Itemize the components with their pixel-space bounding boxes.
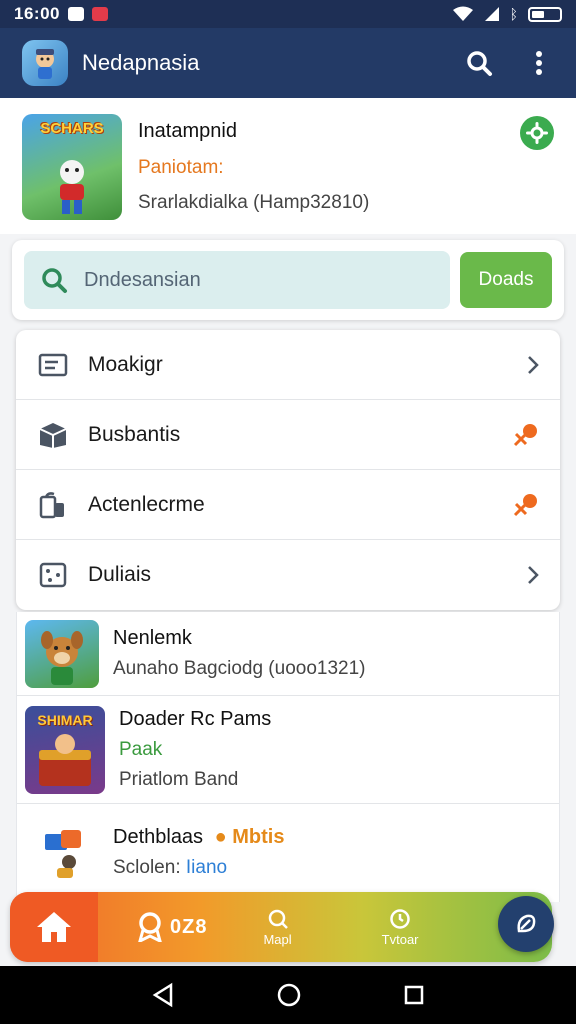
search-input[interactable]: Dndesansian — [24, 251, 450, 309]
featured-game-subtitle: Paniotam: — [138, 156, 224, 178]
game-title: Nenlemk — [113, 627, 192, 649]
signal-icon — [484, 7, 499, 21]
notification-icon — [67, 7, 84, 21]
bluetooth-icon: ᛒ — [509, 6, 518, 22]
game-title-text: Dethblaas — [113, 825, 204, 848]
compass-icon — [517, 914, 536, 933]
game-list-item[interactable]: SHIMAR Doader Rc Pams Paak Priatlom Band — [17, 696, 559, 804]
game-tag: Paak — [119, 739, 163, 760]
game-meta: Aunaho Bagciodg (uooo1321) — [113, 658, 366, 679]
game-title: Dethblaas ● Mbtis — [113, 826, 284, 849]
game-list-item[interactable]: Dethblaas ● Mbtis Sclolen: Iiano — [17, 804, 559, 900]
menu-item-moakigr[interactable]: Moakigr — [16, 330, 560, 400]
game-card-icon — [45, 830, 81, 878]
menu-list: Moakigr Busbantis Actenlecrme Duliais — [16, 330, 560, 610]
nav-timer-button[interactable]: Tvtoar — [382, 908, 419, 947]
game-info: Nenlemk Aunaho Bagciodg (uooo1321) — [113, 627, 365, 680]
game-logo-text: SHIMAR — [37, 711, 93, 728]
pin-icon — [512, 422, 540, 448]
bottom-nav: 0Z8 Mapl Tvtoar — [10, 892, 552, 962]
recents-icon[interactable] — [403, 984, 425, 1006]
app-title: Nedapnasia — [82, 50, 200, 75]
menu-item-label: Moakigr — [88, 352, 163, 376]
score-value: 0Z8 — [170, 915, 208, 938]
gear-icon — [526, 122, 548, 144]
app-logo[interactable] — [22, 40, 68, 86]
game-list: Nenlemk Aunaho Bagciodg (uooo1321) SHIMA… — [16, 612, 560, 902]
featured-game-info: Inatampnid Paniotam: Srarlakdialka (Hamp… — [138, 114, 369, 218]
menu-item-label: Actenlecrme — [88, 492, 205, 516]
game-title: Doader Rc Pams — [119, 708, 272, 730]
home-circle-icon[interactable] — [276, 982, 302, 1008]
game-badge-text: Mbtis — [232, 825, 285, 848]
game-meta-value: Iiano — [185, 856, 228, 878]
nav-timer-label: Tvtoar — [381, 931, 419, 947]
menu-item-busbantis[interactable]: Busbantis — [16, 400, 560, 470]
box-icon — [36, 418, 70, 452]
game-meta: Priatlom Band — [119, 769, 239, 790]
game-meta: Sclolen: Iiano — [113, 857, 284, 879]
award-icon — [138, 912, 162, 942]
chevron-right-icon — [526, 564, 540, 586]
game-character-icon — [60, 160, 84, 214]
app-bar: Nedapnasia — [0, 28, 576, 98]
back-icon[interactable] — [151, 982, 175, 1008]
game-title-badge: ● Mbtis — [214, 825, 285, 848]
featured-game-logo-text: SCHARS — [40, 120, 104, 137]
menu-item-label: Busbantis — [88, 422, 181, 446]
overflow-menu-button[interactable] — [522, 46, 556, 80]
nav-home-button[interactable] — [10, 892, 98, 962]
floating-action-button[interactable] — [498, 896, 554, 952]
more-vert-icon — [536, 51, 542, 75]
game-thumbnail — [25, 818, 99, 886]
chevron-right-icon — [526, 354, 540, 376]
app-notification-icon — [91, 7, 108, 21]
search-icon — [268, 909, 288, 929]
status-icons: ᛒ — [452, 6, 562, 22]
battery-icon — [528, 6, 562, 22]
search-button[interactable] — [462, 46, 496, 80]
wifi-icon — [452, 6, 473, 21]
dice-icon — [36, 558, 70, 592]
dog-character-icon — [41, 630, 83, 685]
status-bar: 16:00 ᛒ — [0, 0, 576, 28]
clock-icon — [390, 908, 410, 929]
game-meta-label: Sclolen: — [113, 856, 181, 878]
list-icon — [36, 348, 70, 382]
system-navigation-bar — [0, 966, 576, 1024]
nav-map-button[interactable]: Mapl — [263, 908, 292, 947]
search-submit-button[interactable]: Doads — [460, 252, 552, 308]
search-icon — [42, 268, 67, 293]
menu-item-actenlecrme[interactable]: Actenlecrme — [16, 470, 560, 540]
device-icon — [36, 488, 70, 522]
game-thumbnail: SHIMAR — [25, 705, 105, 794]
search-input-text: Dndesansian — [84, 268, 201, 291]
search-icon — [467, 51, 492, 76]
home-icon — [37, 912, 71, 942]
mascot-icon — [36, 49, 54, 79]
game-info: Dethblaas ● Mbtis Sclolen: Iiano — [113, 826, 284, 879]
nav-score-button[interactable]: 0Z8 — [136, 912, 207, 942]
featured-settings-button[interactable] — [520, 116, 554, 150]
game-list-item[interactable]: Nenlemk Aunaho Bagciodg (uooo1321) — [17, 612, 559, 696]
featured-game-thumbnail: SCHARS — [22, 114, 122, 220]
menu-item-label: Duliais — [88, 563, 152, 586]
nav-map-label: Mapl — [263, 931, 292, 947]
game-thumbnail — [25, 619, 99, 688]
featured-game-card[interactable]: SCHARS Inatampnid Paniotam: Srarlakdialk… — [0, 98, 576, 234]
game-info: Doader Rc Pams Paak Priatlom Band — [119, 708, 271, 791]
featured-game-title: Inatampnid — [138, 120, 237, 142]
menu-item-duliais[interactable]: Duliais — [16, 540, 560, 610]
featured-game-meta: Srarlakdialka (Hamp32810) — [138, 192, 370, 213]
search-card: Dndesansian Doads — [12, 240, 564, 320]
pin-icon — [512, 492, 540, 518]
status-time: 16:00 — [14, 4, 60, 23]
